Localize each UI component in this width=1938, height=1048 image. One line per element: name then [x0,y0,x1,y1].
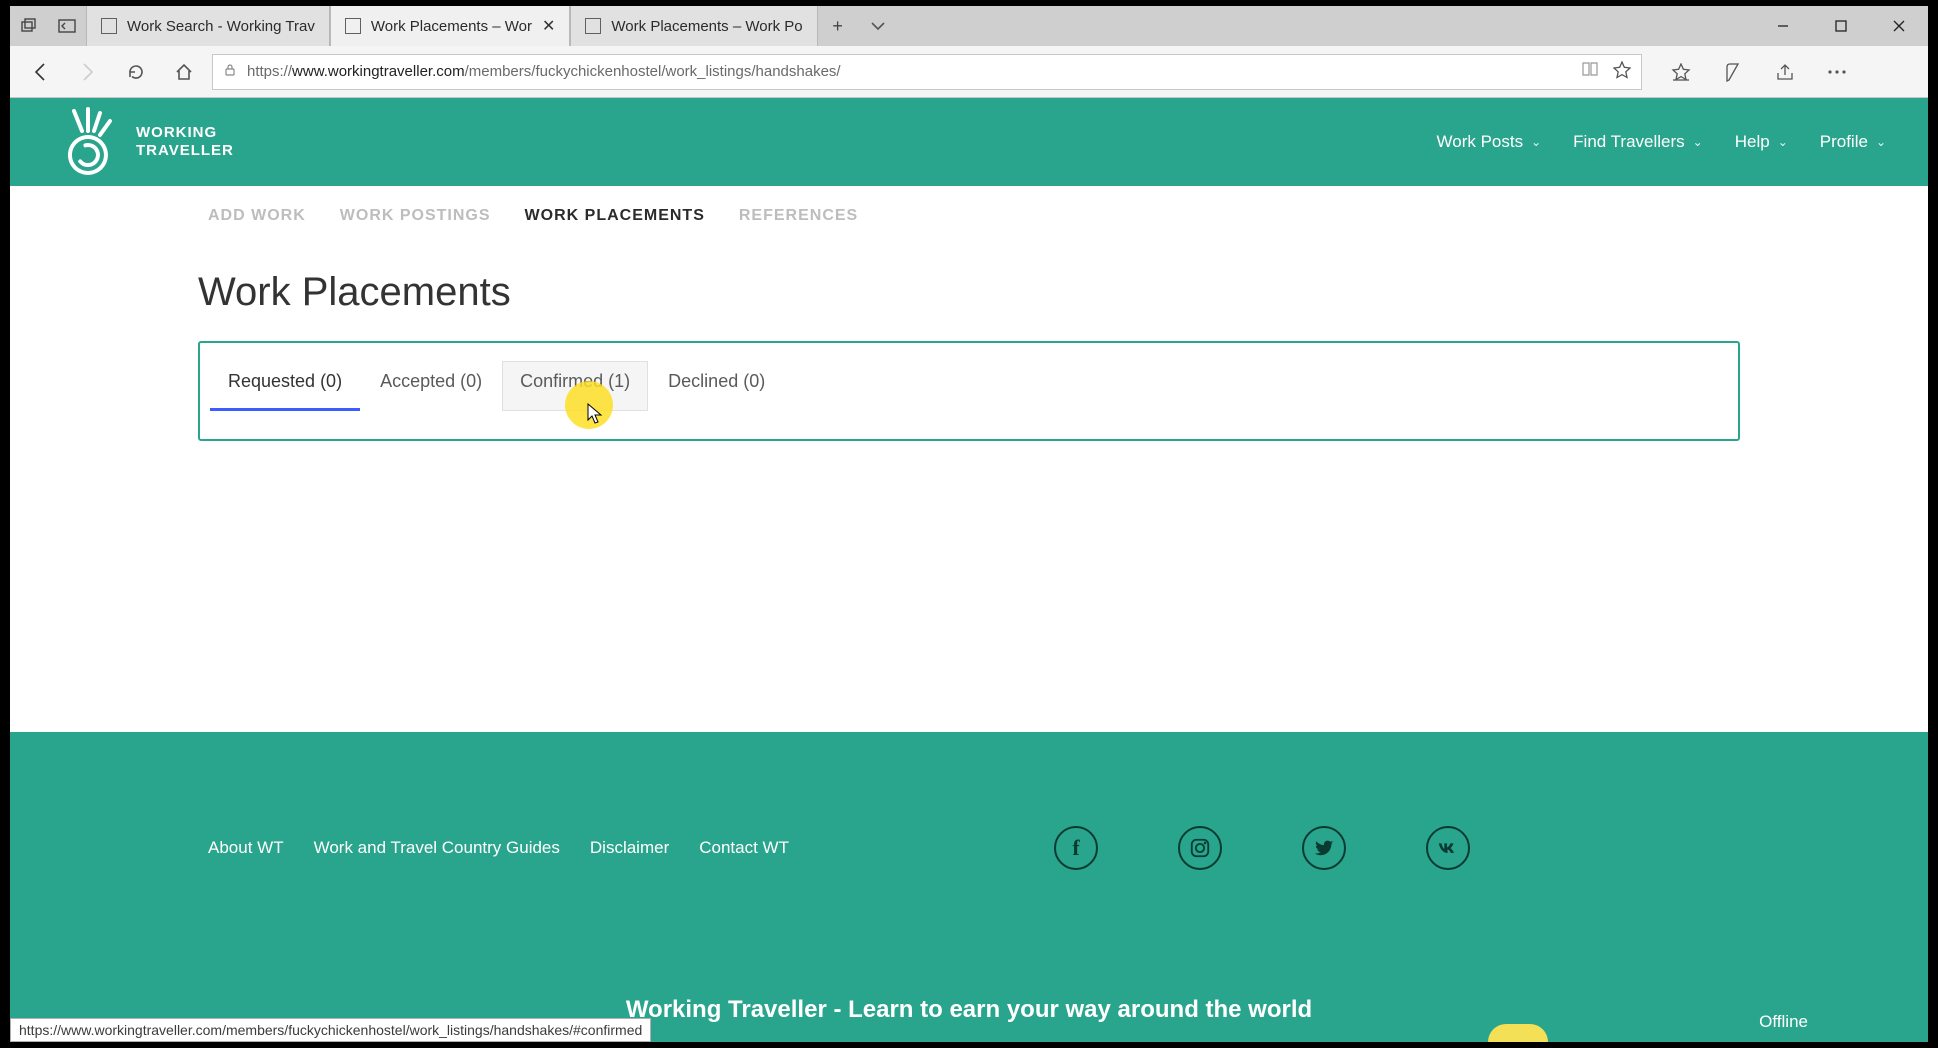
nav-find-travellers[interactable]: Find Travellers⌄ [1573,132,1703,152]
page-title: Work Placements [198,270,1740,315]
tab-title: Work Search - Working Trav [127,18,315,35]
close-window-button[interactable] [1870,6,1928,46]
footer-link-guides[interactable]: Work and Travel Country Guides [314,838,560,858]
sub-nav: ADD WORK WORK POSTINGS WORK PLACEMENTS R… [10,186,1928,246]
site-footer: About WT Work and Travel Country Guides … [10,732,1928,1042]
footer-link-about[interactable]: About WT [208,838,284,858]
chevron-down-icon: ⌄ [1693,135,1703,149]
tabs-dropdown-button[interactable] [858,6,898,46]
new-tab-button[interactable]: + [818,6,858,46]
chevron-down-icon: ⌄ [1876,135,1886,149]
chat-widget-dot [1488,1024,1548,1042]
nav-help[interactable]: Help⌄ [1735,132,1788,152]
home-button[interactable] [164,52,204,92]
tab-accepted[interactable]: Accepted (0) [362,361,500,411]
tab-declined[interactable]: Declined (0) [650,361,783,411]
subnav-references[interactable]: REFERENCES [739,207,858,225]
nav-profile[interactable]: Profile⌄ [1820,132,1886,152]
reading-view-icon[interactable] [1581,61,1599,83]
browser-tab-0[interactable]: Work Search - Working Trav [86,6,330,46]
browser-tab-1[interactable]: Work Placements – Wor ✕ [330,6,571,46]
notes-icon[interactable] [1712,52,1754,92]
nav-work-posts[interactable]: Work Posts⌄ [1437,132,1542,152]
minimize-button[interactable] [1754,6,1812,46]
browser-window: Work Search - Working Trav Work Placemen… [10,6,1928,1042]
status-bar: https://www.workingtraveller.com/members… [10,1018,651,1042]
page-icon [585,18,601,34]
page-icon [101,18,117,34]
favorite-star-icon[interactable] [1613,61,1631,83]
favorites-hub-icon[interactable] [1660,52,1702,92]
tab-confirmed[interactable]: Confirmed (1) [502,361,648,411]
brand-text: WORKING TRAVELLER [136,124,234,160]
forward-button[interactable] [68,52,108,92]
chevron-down-icon: ⌄ [1778,135,1788,149]
tab-preview-icon[interactable] [10,6,48,46]
site-logo[interactable]: WORKING TRAVELLER [52,107,234,177]
tab-aside-icon[interactable] [48,6,86,46]
window-controls [1754,6,1928,46]
main-content: Work Placements Requested (0) Accepted (… [10,246,1928,481]
twitter-icon[interactable] [1302,826,1346,870]
placements-tabs-container: Requested (0) Accepted (0) Confirmed (1)… [198,341,1740,441]
maximize-button[interactable] [1812,6,1870,46]
refresh-button[interactable] [116,52,156,92]
chevron-down-icon: ⌄ [1531,135,1541,149]
subnav-work-placements[interactable]: WORK PLACEMENTS [525,207,705,225]
primary-nav: Work Posts⌄ Find Travellers⌄ Help⌄ Profi… [1437,132,1886,152]
instagram-icon[interactable] [1178,826,1222,870]
tab-title: Work Placements – Work Po [611,18,802,35]
subnav-add-work[interactable]: ADD WORK [208,207,306,225]
subnav-work-postings[interactable]: WORK POSTINGS [340,207,491,225]
chat-status[interactable]: Offline [1759,1012,1808,1032]
browser-tab-2[interactable]: Work Placements – Work Po [570,6,817,46]
footer-link-disclaimer[interactable]: Disclaimer [590,838,669,858]
social-links: f [1054,826,1470,870]
lock-icon [223,63,237,81]
vk-icon[interactable] [1426,826,1470,870]
page-icon [345,18,361,34]
url-text: https://www.workingtraveller.com/members… [247,63,841,80]
footer-link-contact[interactable]: Contact WT [699,838,789,858]
back-button[interactable] [20,52,60,92]
tab-title: Work Placements – Wor [371,18,532,35]
address-bar: https://www.workingtraveller.com/members… [10,46,1928,98]
facebook-icon[interactable]: f [1054,826,1098,870]
page-viewport: WORKING TRAVELLER Work Posts⌄ Find Trave… [10,98,1928,1042]
browser-tabbar: Work Search - Working Trav Work Placemen… [10,6,1928,46]
site-header: WORKING TRAVELLER Work Posts⌄ Find Trave… [10,98,1928,186]
tab-list: Requested (0) Accepted (0) Confirmed (1)… [210,361,1728,411]
more-icon[interactable] [1816,52,1858,92]
tab-requested[interactable]: Requested (0) [210,361,360,411]
close-icon[interactable]: ✕ [542,16,555,36]
share-icon[interactable] [1764,52,1806,92]
url-field[interactable]: https://www.workingtraveller.com/members… [212,54,1642,90]
